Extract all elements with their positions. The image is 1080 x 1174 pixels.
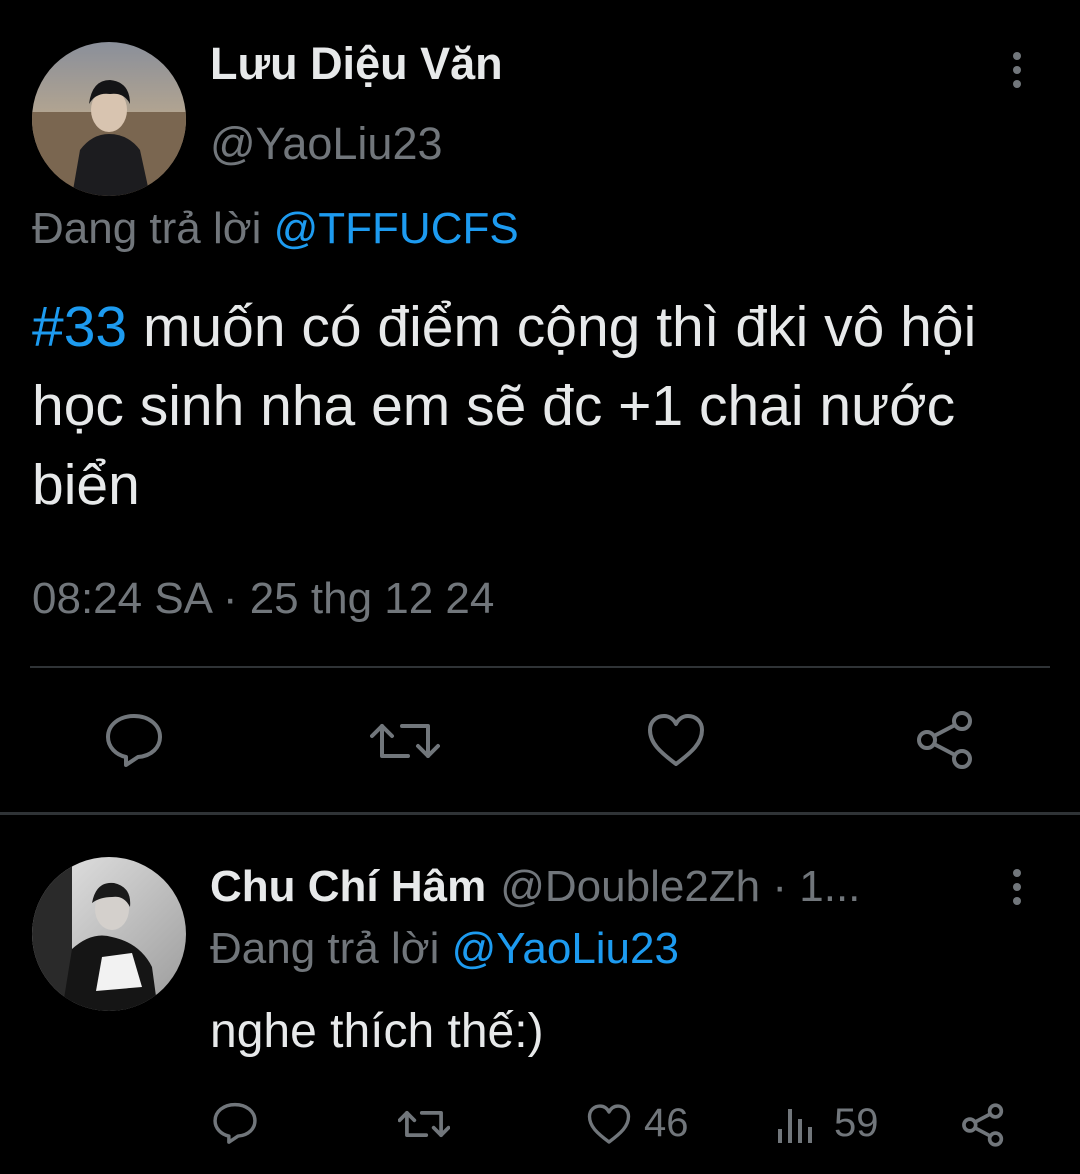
- user-handle[interactable]: @YaoLiu23: [210, 118, 443, 170]
- replying-to: Đang trả lời @TFFUCFS: [32, 204, 519, 254]
- mention-link[interactable]: @TFFUCFS: [274, 204, 519, 253]
- avatar[interactable]: [32, 857, 186, 1011]
- retweet-icon[interactable]: [370, 716, 440, 766]
- replying-to: Đang trả lời @YaoLiu23: [210, 924, 679, 974]
- views-icon[interactable]: [776, 1107, 816, 1143]
- user-handle[interactable]: @Double2Zh · 1...: [500, 862, 860, 912]
- tweet-text: #33 muốn có điểm cộng thì đki vô hội học…: [32, 288, 1042, 525]
- reply-header: Chu Chí Hâm @Double2Zh · 1...: [210, 862, 970, 912]
- retweet-icon[interactable]: [398, 1105, 450, 1143]
- share-icon[interactable]: [960, 1103, 1006, 1147]
- display-name[interactable]: Chu Chí Hâm: [210, 862, 486, 912]
- reply-actions: 46 59: [0, 1095, 1080, 1155]
- replying-to-label: Đang trả lời: [32, 204, 274, 253]
- share-icon[interactable]: [914, 710, 976, 770]
- reply-icon[interactable]: [212, 1101, 258, 1145]
- section-divider: [0, 812, 1080, 815]
- divider: [30, 666, 1050, 668]
- mention-link[interactable]: @YaoLiu23: [452, 924, 679, 973]
- reply-icon[interactable]: [104, 712, 164, 768]
- replying-to-label: Đang trả lời: [210, 924, 452, 973]
- like-icon[interactable]: [586, 1103, 632, 1145]
- tweet-text: nghe thích thế:): [210, 1005, 544, 1058]
- timestamp[interactable]: 08:24 SA · 25 thg 12 24: [32, 574, 494, 624]
- display-name[interactable]: Lưu Diệu Văn: [210, 38, 503, 90]
- hashtag-link[interactable]: #33: [32, 295, 127, 359]
- more-options-icon[interactable]: [1002, 40, 1032, 100]
- like-count[interactable]: 46: [644, 1101, 689, 1146]
- main-tweet: Lưu Diệu Văn @YaoLiu23 Đang trả lời @TFF…: [0, 0, 1080, 812]
- more-options-icon[interactable]: [1002, 857, 1032, 917]
- tweet-text-body: muốn có điểm cộng thì đki vô hội học sin…: [32, 295, 977, 517]
- like-icon[interactable]: [646, 712, 706, 768]
- view-count[interactable]: 59: [834, 1101, 879, 1146]
- avatar[interactable]: [32, 42, 186, 196]
